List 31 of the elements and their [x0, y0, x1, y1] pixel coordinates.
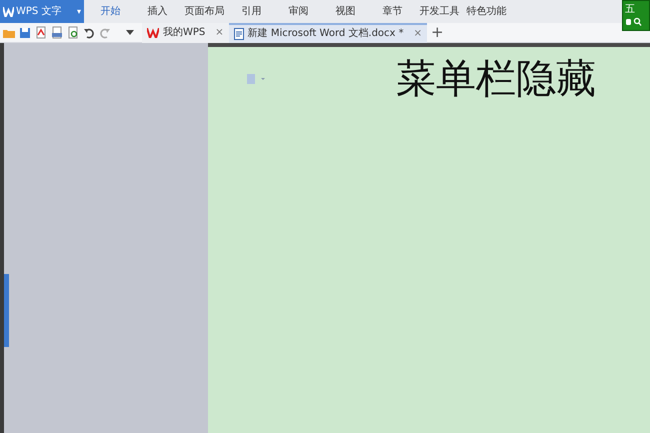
tab-label: 我的WPS [163, 26, 206, 40]
menu-tab[interactable]: 开始 [87, 0, 134, 23]
app-menu-button[interactable]: WPS 文字 ▾ [0, 0, 84, 23]
dropdown-icon[interactable] [126, 30, 134, 35]
document-tab[interactable]: 我的WPS × [142, 22, 229, 42]
logo-icon [3, 6, 14, 16]
close-icon[interactable]: × [215, 25, 224, 40]
document-heading: 菜单栏隐藏 [396, 59, 596, 99]
ime-widget[interactable]: 五 [622, 0, 650, 31]
menu-tab[interactable]: 视图 [322, 0, 369, 23]
new-tab-button[interactable]: + [431, 21, 444, 44]
wps-logo-icon [147, 28, 159, 38]
document-tab[interactable]: 新建 Microsoft Word 文档.docx * × [228, 22, 428, 42]
ime-label: 五 [625, 3, 636, 17]
menu-tab[interactable]: 开发工具 [416, 0, 463, 23]
search-icon[interactable] [625, 17, 643, 26]
save-icon[interactable] [18, 26, 32, 40]
document-icon [234, 28, 244, 40]
menu-tab[interactable]: 审阅 [275, 0, 322, 23]
panel-handle[interactable] [4, 274, 9, 347]
menu-tab[interactable]: 章节 [369, 0, 416, 23]
close-icon[interactable]: × [414, 26, 422, 41]
preview-icon[interactable] [66, 26, 80, 40]
menu-tab[interactable]: 引用 [228, 0, 275, 23]
pdf-icon[interactable] [34, 26, 48, 40]
menu-tab[interactable]: 页面布局 [181, 0, 228, 23]
menu-tab[interactable]: 插入 [134, 0, 181, 23]
menu-tab[interactable]: 特色功能 [463, 0, 510, 23]
caret-icon[interactable]: ▾ [76, 6, 81, 18]
tab-label: 新建 Microsoft Word 文档.docx * [248, 26, 404, 41]
print-icon[interactable] [50, 26, 64, 40]
